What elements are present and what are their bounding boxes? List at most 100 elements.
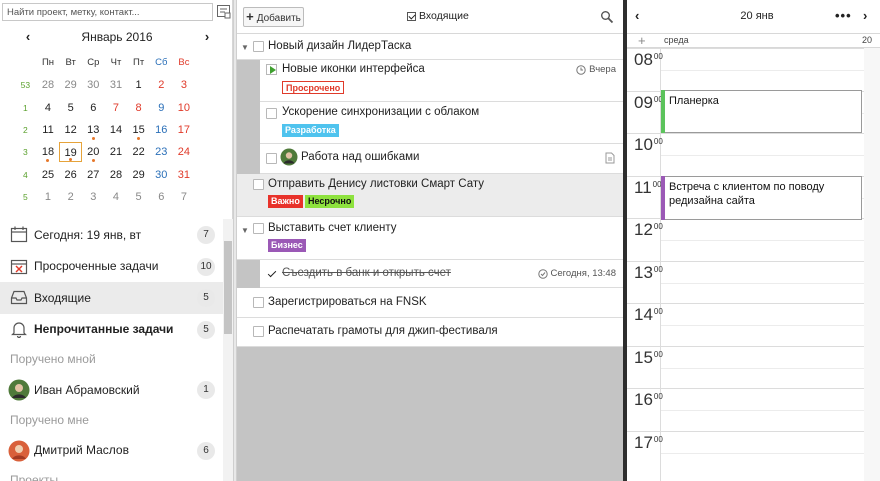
hour-row[interactable]: 1600 (627, 388, 880, 431)
task-row[interactable]: ▼ Выставить счет клиенту Бизнес (237, 217, 623, 260)
task-checkbox[interactable] (253, 297, 264, 308)
nav-label: Просроченные задачи (34, 259, 159, 274)
half-hour-line (661, 410, 880, 411)
calendar-day[interactable]: 4 (105, 187, 128, 207)
nav-item-unread[interactable]: Непрочитанные задачи 5 (0, 314, 223, 346)
calendar-day[interactable]: 5 (59, 98, 82, 118)
calendar-event[interactable]: Встреча с клиентом по поводу редизайна с… (661, 176, 862, 220)
calendar-day[interactable]: 10 (173, 98, 196, 118)
calendar-day[interactable]: 22 (127, 142, 150, 162)
calendar-day[interactable]: 6 (150, 187, 173, 207)
calendar-day[interactable]: 7 (173, 187, 196, 207)
calendar-day[interactable]: 30 (82, 75, 105, 95)
hour-row[interactable]: 1000 (627, 133, 880, 176)
prev-month-button[interactable]: ‹ (20, 28, 36, 46)
calendar-day[interactable]: 13 (82, 120, 105, 141)
next-month-button[interactable]: › (199, 28, 215, 46)
calendar-day[interactable]: 14 (105, 120, 128, 140)
calendar-day[interactable]: 30 (150, 165, 173, 185)
calendar-day[interactable]: 21 (105, 142, 128, 162)
filter-icon[interactable] (216, 4, 231, 19)
hour-row[interactable]: 1700 (627, 430, 880, 474)
calendar-day[interactable]: 8 (127, 98, 150, 118)
task-checkbox[interactable] (266, 108, 277, 119)
calendar-day[interactable]: 1 (127, 75, 150, 95)
task-checkbox[interactable] (253, 41, 264, 52)
calendar-day[interactable]: 25 (37, 165, 60, 185)
task-title: Распечатать грамоты для джип-фестиваля (268, 325, 498, 337)
nav-item-inbox[interactable]: Входящие 5 (0, 282, 223, 314)
nav-item-today[interactable]: Сегодня: 19 янв, вт 7 (0, 219, 223, 251)
tag-not-urgent: Несрочно (305, 195, 355, 208)
calendar-day[interactable]: 29 (59, 75, 82, 95)
hour-row[interactable]: 1500 (627, 345, 880, 389)
calendar-day[interactable]: 3 (82, 187, 105, 207)
task-checkbox[interactable] (253, 326, 264, 337)
calendar-event[interactable]: Планерка (661, 90, 862, 133)
task-checkbox-checked[interactable] (266, 268, 277, 279)
calendar-day[interactable]: 20 (82, 142, 105, 163)
task-row[interactable]: Ускорение синхронизации с облаком Разраб… (260, 102, 623, 144)
calendar-day[interactable]: 1 (37, 187, 60, 207)
add-event-icon[interactable]: + (638, 33, 646, 48)
calendar-scrollbar[interactable] (864, 48, 880, 481)
task-checkbox[interactable] (253, 223, 264, 234)
task-row[interactable]: ▼ Новый дизайн ЛидерТаска (237, 34, 623, 60)
calendar-day[interactable]: 16 (150, 120, 173, 140)
calendar-day[interactable]: 12 (59, 120, 82, 140)
task-row[interactable]: Зарегистрироваться на FNSK (237, 288, 623, 318)
task-row-selected[interactable]: Отправить Денису листовки Смарт Сату Важ… (237, 174, 623, 217)
task-row[interactable]: Новые иконки интерфейса Вчера Просрочено (260, 60, 623, 102)
inbox-filter-toggle[interactable]: Входящие (407, 10, 469, 22)
calendar-day[interactable]: 11 (37, 120, 60, 140)
calendar-day[interactable]: 7 (105, 98, 128, 118)
hour-row[interactable]: 0800 (627, 48, 880, 91)
calendar-day[interactable]: 27 (82, 165, 105, 185)
nav-item-person[interactable]: Дмитрий Маслов 6 (0, 435, 223, 467)
add-task-button[interactable]: + Добавить (243, 7, 304, 27)
left-scrollbar[interactable] (223, 219, 233, 481)
calendar-day[interactable]: 2 (59, 187, 82, 207)
play-icon[interactable] (266, 64, 277, 75)
calendar-day[interactable]: 5 (127, 187, 150, 207)
calendar-day[interactable]: 26 (59, 165, 82, 185)
nav-item-person[interactable]: Иван Абрамовский 1 (0, 374, 223, 406)
scrollbar-thumb[interactable] (224, 241, 232, 334)
left-panel: ‹ Январь 2016 › Пн Вт Ср Чт Пт Сб Вс 53 … (0, 0, 233, 481)
calendar-day[interactable]: 3 (173, 75, 196, 95)
calendar-day[interactable]: 23 (150, 142, 173, 162)
prev-day-button[interactable]: ‹ (635, 8, 639, 23)
task-checkbox[interactable] (253, 179, 264, 190)
hour-row[interactable]: 1200 (627, 218, 880, 261)
calendar-day[interactable]: 18 (37, 142, 60, 163)
hour-row[interactable]: 1300 (627, 260, 880, 304)
next-day-button[interactable]: › (863, 8, 867, 23)
half-hour-line (661, 367, 880, 369)
collapse-arrow-icon[interactable]: ▼ (241, 226, 249, 235)
hour-row[interactable]: 1400 (627, 303, 880, 346)
search-icon[interactable] (600, 10, 614, 24)
calendar-day[interactable]: 28 (105, 165, 128, 185)
calendar-day[interactable]: 31 (173, 165, 196, 185)
more-options-icon[interactable]: ••• (835, 8, 852, 23)
search-input[interactable] (2, 3, 213, 21)
calendar-day[interactable]: 28 (37, 75, 60, 95)
calendar-day[interactable]: 31 (105, 75, 128, 95)
calendar-day[interactable]: 15 (127, 120, 150, 141)
task-checkbox[interactable] (266, 153, 277, 164)
collapse-arrow-icon[interactable]: ▼ (241, 43, 249, 52)
task-row[interactable]: Съездить в банк и открыть счет Сегодня, … (260, 260, 623, 288)
time-grid[interactable]: 0800 0900 1000 1100 1200 1300 1400 1500 1600 1700… (627, 48, 880, 481)
task-row[interactable]: Работа над ошибками (260, 144, 623, 174)
calendar-day[interactable]: 24 (173, 142, 196, 162)
calendar-day[interactable]: 6 (82, 98, 105, 118)
task-row[interactable]: Распечатать грамоты для джип-фестиваля (237, 318, 623, 347)
calendar-day[interactable]: 9 (150, 98, 173, 118)
calendar-day[interactable]: 17 (173, 120, 196, 140)
mini-calendar: Пн Вт Ср Чт Пт Сб Вс 53 28 29 30 31 1 2 … (14, 52, 218, 208)
calendar-day-today[interactable]: 19 (59, 142, 82, 163)
calendar-day[interactable]: 29 (127, 165, 150, 185)
nav-item-overdue[interactable]: Просроченные задачи 10 (0, 251, 223, 283)
calendar-day[interactable]: 4 (37, 98, 60, 118)
calendar-day[interactable]: 2 (150, 75, 173, 95)
